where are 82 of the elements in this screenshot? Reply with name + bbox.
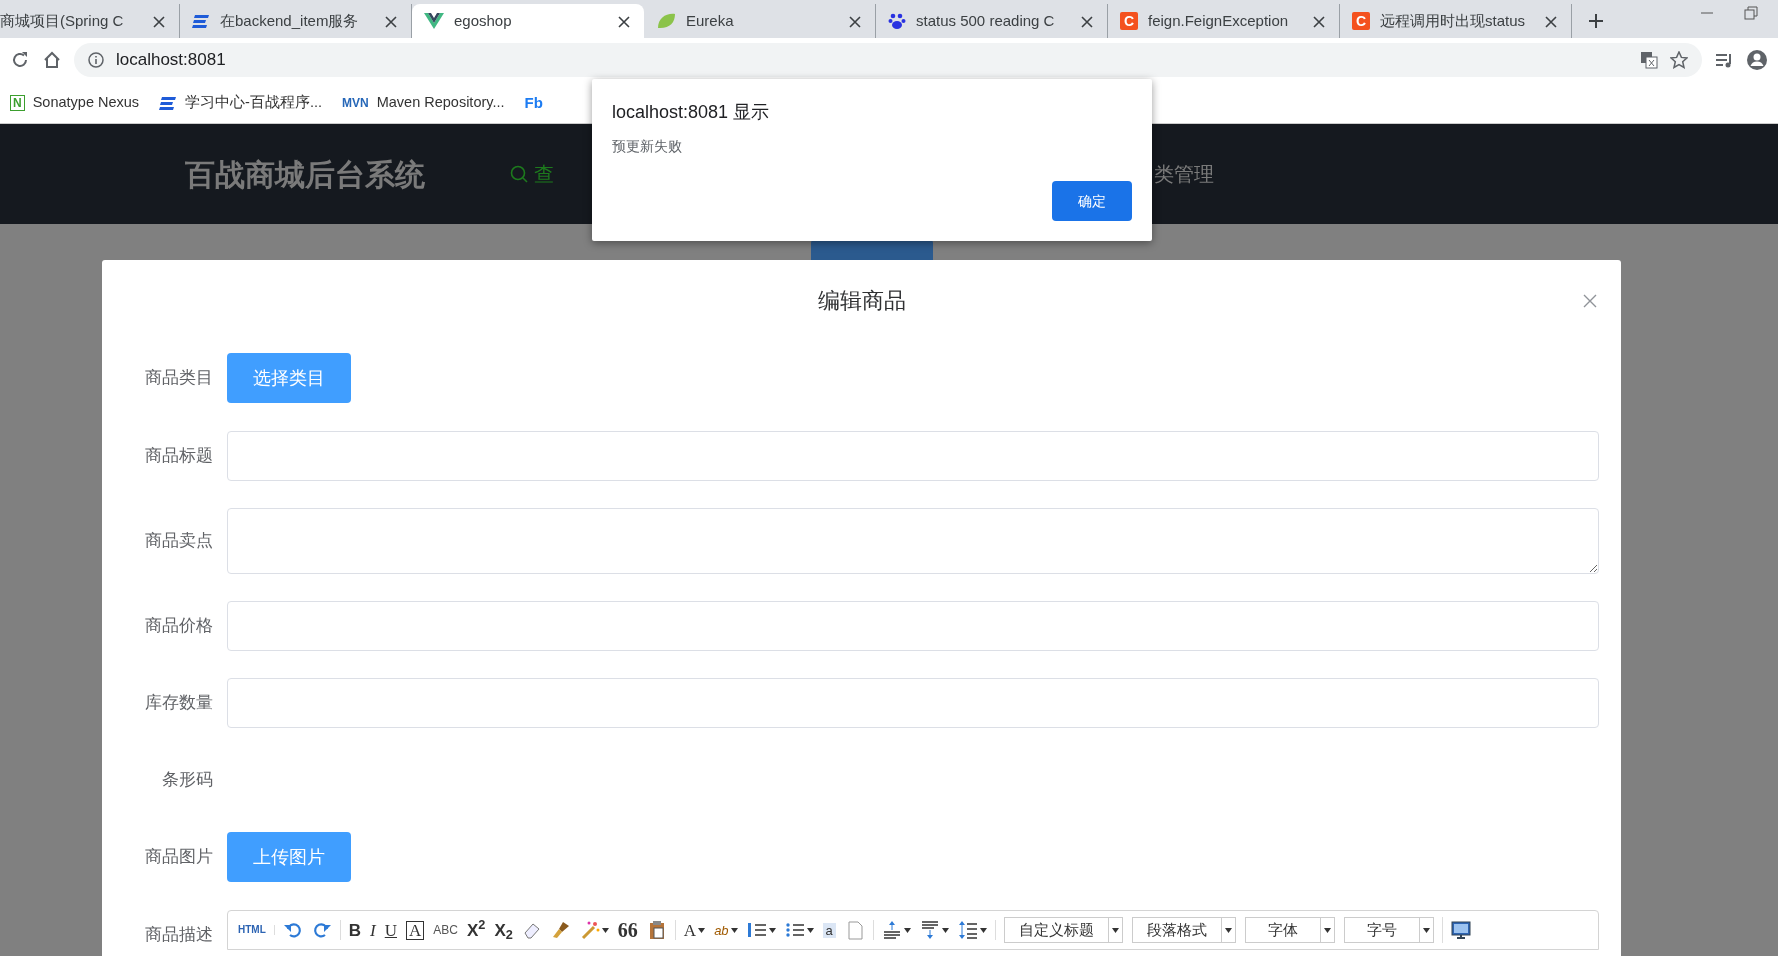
- close-icon[interactable]: [385, 16, 397, 28]
- browser-tab[interactable]: egoshop: [412, 4, 644, 38]
- modal-title: 编辑商品: [817, 288, 906, 313]
- dropdown-select[interactable]: 字号: [1343, 917, 1434, 943]
- undo-icon[interactable]: [282, 920, 303, 940]
- format-button[interactable]: A: [406, 920, 425, 940]
- new-tab-icon[interactable]: [1588, 13, 1604, 29]
- input-field[interactable]: [227, 678, 1599, 728]
- bookmark[interactable]: N Sonatype Nexus: [10, 91, 140, 114]
- spacedown-icon[interactable]: [919, 920, 940, 940]
- format-button[interactable]: U: [384, 921, 397, 939]
- bookmark-icon[interactable]: Fb: [524, 95, 543, 110]
- translate-icon[interactable]: [1640, 51, 1658, 69]
- alert-title: localhost:8081 显示: [612, 101, 771, 124]
- format-button[interactable]: B: [348, 921, 362, 939]
- format-button[interactable]: A: [683, 921, 706, 939]
- dropdown-select[interactable]: 段落格式: [1131, 917, 1236, 943]
- tab-title: Eureka: [686, 10, 735, 31]
- format-button[interactable]: I: [370, 921, 376, 939]
- address-bar[interactable]: localhost:8081: [74, 43, 1702, 77]
- home-icon[interactable]: [42, 50, 62, 70]
- dropdown-select[interactable]: 字体: [1244, 917, 1335, 943]
- dropdown-select[interactable]: 自定义标题: [1003, 917, 1123, 943]
- field-label: 商品卖点: [144, 530, 214, 553]
- wand-icon[interactable]: [579, 920, 600, 940]
- spaceup-icon[interactable]: [881, 920, 902, 940]
- alert-message: 预更新失败: [612, 137, 683, 156]
- tab-title: status 500 reading C: [916, 10, 1056, 31]
- ok-button[interactable]: 确定: [1052, 181, 1132, 221]
- site-title: 百战商城后台系统: [185, 156, 425, 193]
- format-button[interactable]: ab: [714, 923, 738, 937]
- format-button[interactable]: X$^{2}$: [467, 921, 486, 939]
- star-icon[interactable]: [1670, 51, 1688, 69]
- close-icon[interactable]: [849, 16, 861, 28]
- input-field[interactable]: [227, 431, 1599, 481]
- caret-icon: [1323, 927, 1331, 933]
- restore-icon[interactable]: [1744, 6, 1758, 20]
- v-logo-icon: [424, 12, 444, 30]
- avatar-icon[interactable]: [1746, 49, 1768, 71]
- lineheight-icon[interactable]: [957, 920, 978, 940]
- redo-icon[interactable]: [311, 920, 332, 940]
- info-icon: [88, 52, 104, 68]
- close-icon[interactable]: [1313, 16, 1325, 28]
- close-icon[interactable]: [618, 16, 630, 28]
- tab-title: 在backend_item服务: [220, 10, 360, 31]
- field-label: 商品类目: [144, 367, 214, 390]
- paw-icon: [888, 12, 906, 30]
- format-button[interactable]: X$_{2}$: [494, 921, 513, 939]
- format-button[interactable]: a: [822, 922, 836, 938]
- field-label: 条形码: [161, 769, 214, 792]
- logo-icon: C: [1352, 12, 1370, 30]
- ulist-icon[interactable]: [784, 920, 805, 940]
- close-icon[interactable]: [1545, 16, 1557, 28]
- input-field[interactable]: [227, 601, 1599, 651]
- monitor-icon[interactable]: [1450, 920, 1471, 940]
- close-icon[interactable]: [1081, 16, 1093, 28]
- url-text: localhost:8081: [116, 49, 227, 72]
- tab-title: 商城项目(Spring C: [0, 10, 125, 31]
- brush-icon[interactable]: [550, 920, 571, 940]
- bookmark[interactable]: 学习中心-百战程序...: [159, 91, 322, 114]
- tab-title: 远程调用时出现status: [1380, 10, 1527, 31]
- caret-icon: [1111, 927, 1119, 933]
- field-label: 库存数量: [144, 692, 214, 715]
- format-button[interactable]: 66: [617, 920, 638, 940]
- search-icon: [510, 165, 528, 183]
- tab-title: egoshop: [454, 10, 513, 31]
- field-label: 商品标题: [144, 445, 214, 468]
- caret-icon: [1224, 927, 1232, 933]
- tab-title: feign.FeignException: [1148, 10, 1290, 31]
- logo-icon: [192, 12, 210, 30]
- nav-link[interactable]: 类管理: [1154, 159, 1214, 189]
- bookmark[interactable]: MVN Maven Repository...: [342, 91, 505, 114]
- format-button[interactable]: ABC: [433, 924, 458, 936]
- caret-icon: [1422, 927, 1430, 933]
- field-label: 商品价格: [144, 615, 214, 638]
- field-label: 商品描述: [144, 924, 214, 946]
- leaf-icon: [656, 12, 676, 30]
- close-icon[interactable]: [153, 16, 165, 28]
- format-button[interactable]: HTML: [238, 925, 266, 935]
- logo-icon: C: [1120, 12, 1138, 30]
- reload-icon[interactable]: [10, 50, 30, 70]
- field-label: 商品图片: [144, 846, 214, 869]
